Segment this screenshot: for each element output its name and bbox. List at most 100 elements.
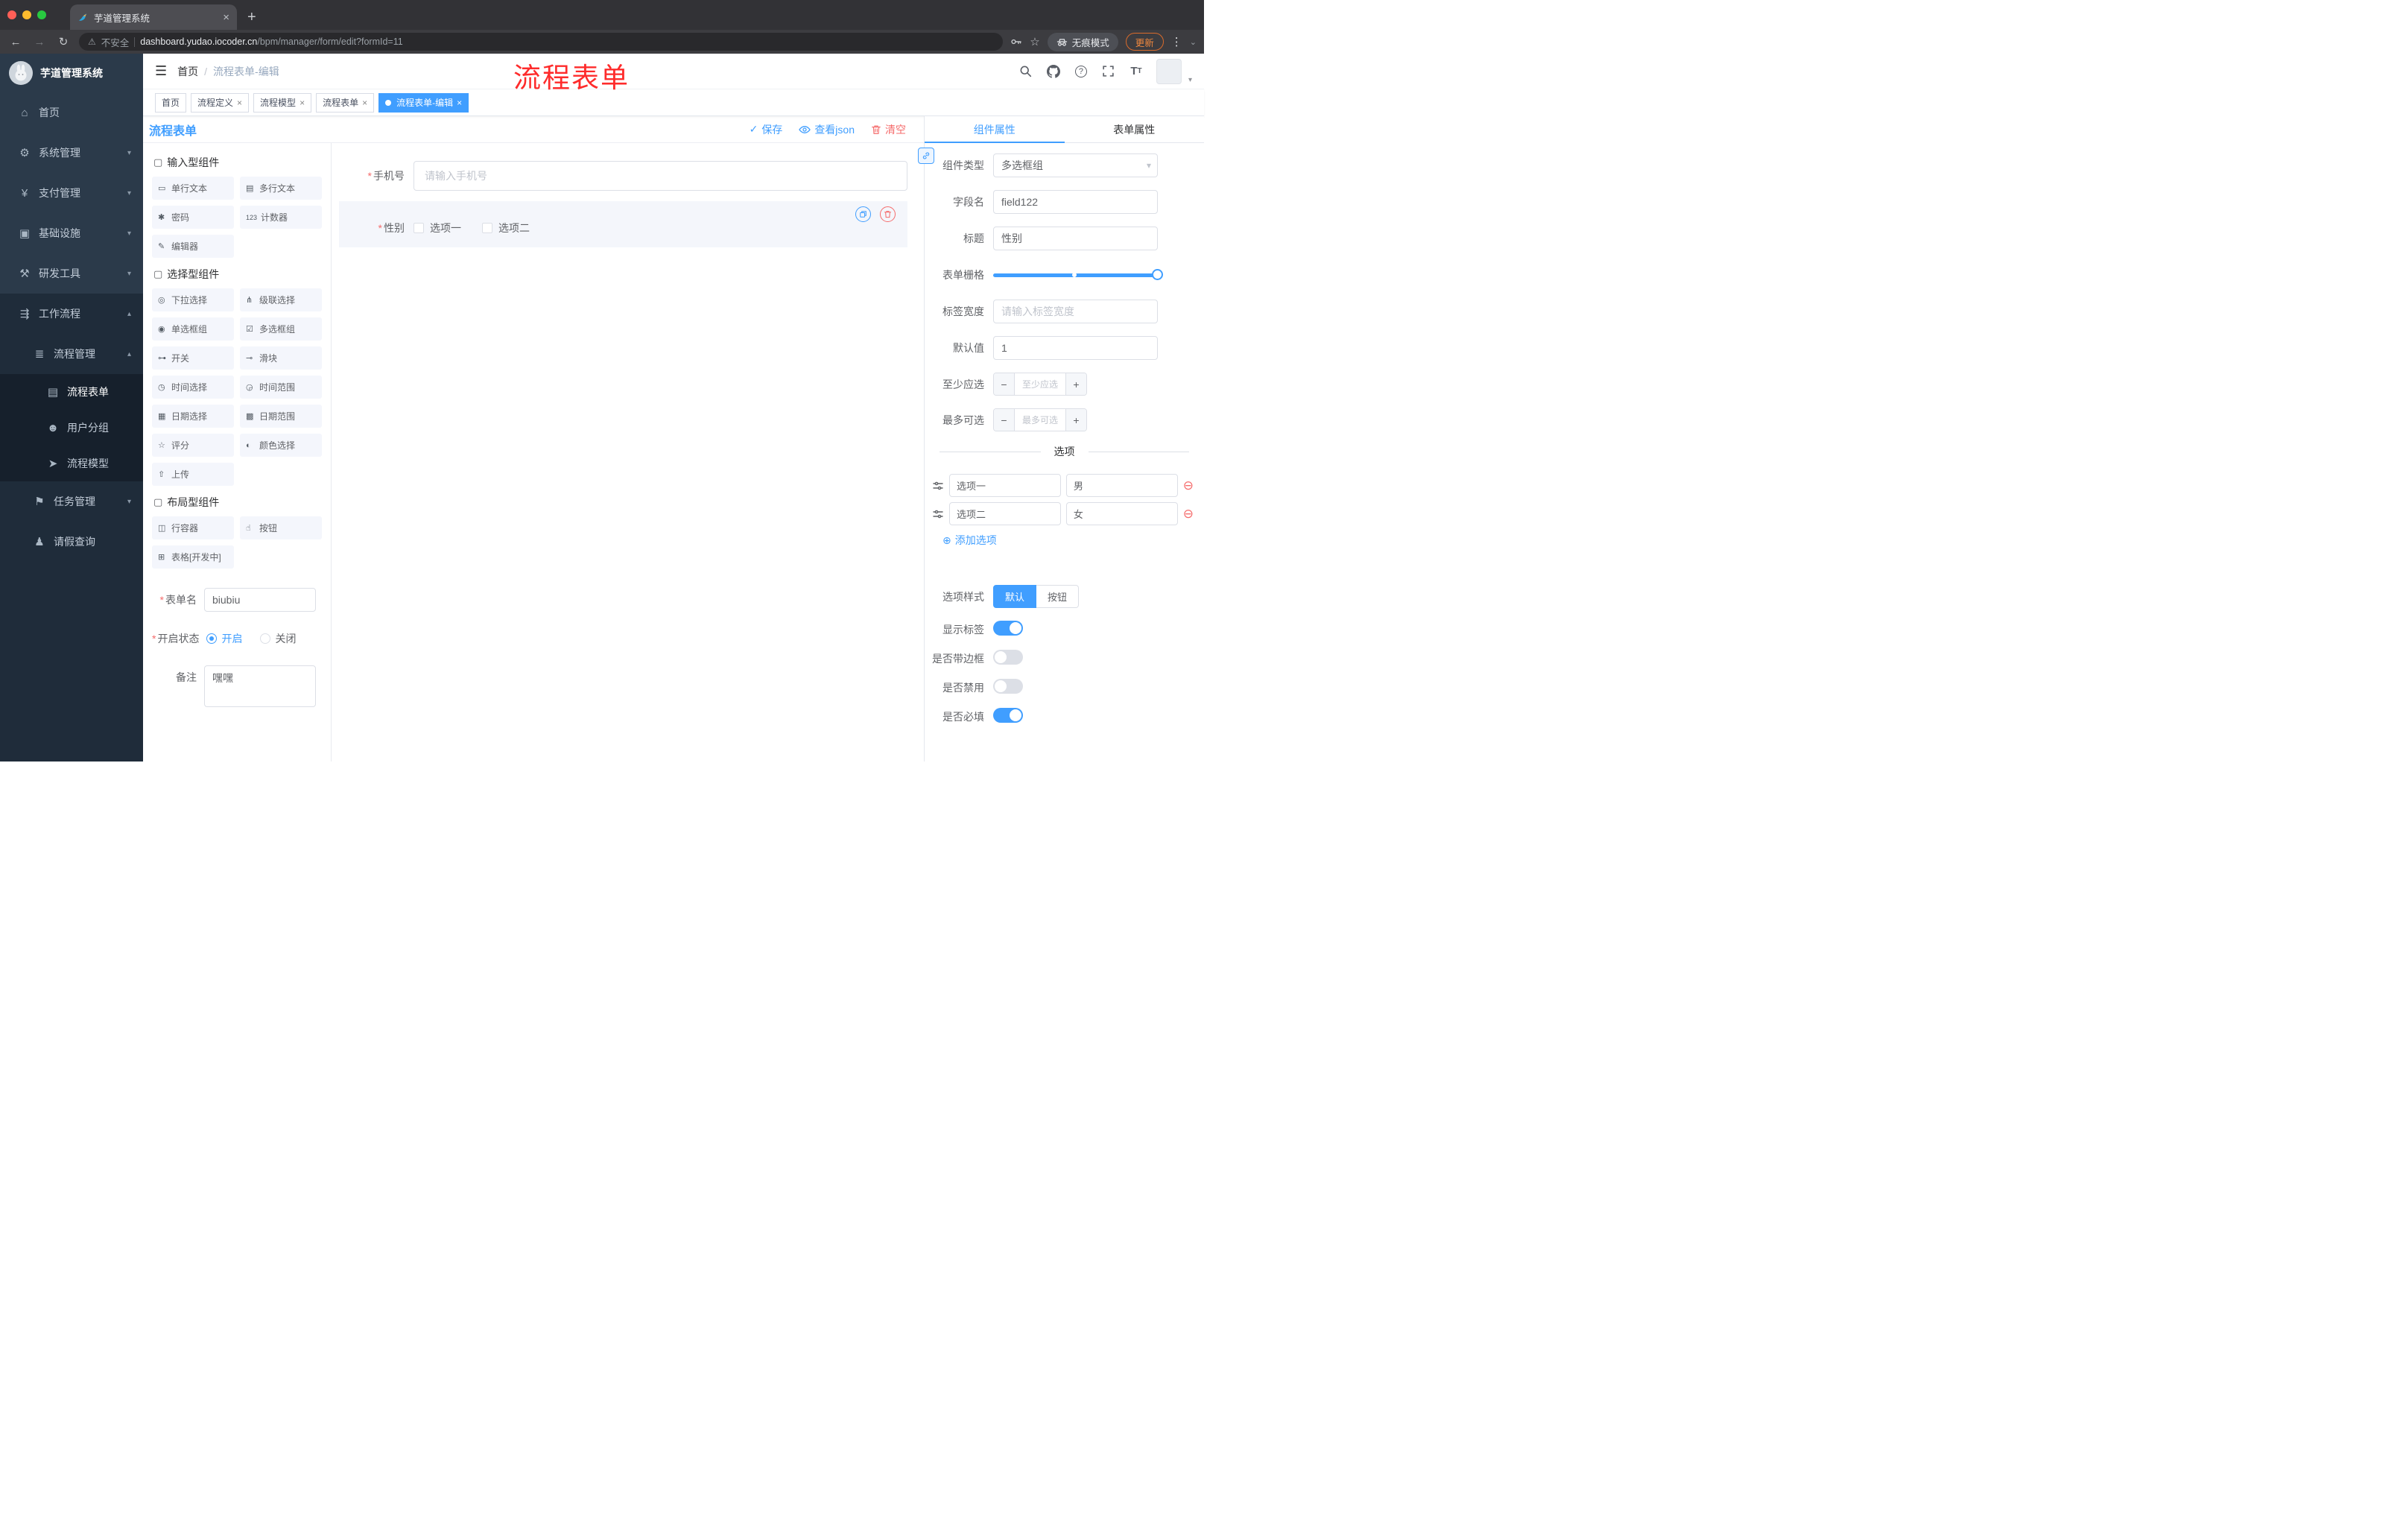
- option-name-input[interactable]: [949, 474, 1061, 497]
- tag-close-icon[interactable]: ×: [362, 98, 367, 108]
- view-json-button[interactable]: 查看json: [799, 122, 855, 137]
- required-switch[interactable]: [993, 708, 1023, 723]
- save-button[interactable]: ✓ 保存: [750, 122, 783, 137]
- max-input[interactable]: [1015, 409, 1065, 431]
- palette-item-time-picker[interactable]: ◷ 时间选择: [152, 376, 234, 399]
- copy-widget-icon[interactable]: [855, 206, 871, 222]
- sidebar-item-process-model[interactable]: ➤ 流程模型: [0, 446, 143, 481]
- clear-button[interactable]: 清空: [871, 122, 906, 137]
- gender-widget-selected[interactable]: * 性别 选项一 选项二: [339, 201, 907, 247]
- form-name-input[interactable]: [204, 588, 316, 612]
- field-name-input[interactable]: [993, 190, 1158, 214]
- border-switch[interactable]: [993, 650, 1023, 665]
- show-label-switch[interactable]: [993, 621, 1023, 636]
- style-default-button[interactable]: 默认: [993, 585, 1037, 608]
- palette-item-cascader[interactable]: ⋔ 级联选择: [240, 288, 322, 311]
- delete-widget-icon[interactable]: [880, 206, 896, 222]
- drag-handle-icon[interactable]: [932, 480, 944, 492]
- browser-tab[interactable]: 芋道管理系统 ×: [70, 4, 237, 30]
- min-input[interactable]: [1015, 373, 1065, 395]
- status-on-radio[interactable]: 开启: [206, 631, 242, 646]
- minus-button[interactable]: −: [994, 409, 1015, 431]
- palette-item-password[interactable]: ✱ 密码: [152, 206, 234, 229]
- palette-item-select[interactable]: ◎ 下拉选择: [152, 288, 234, 311]
- option-value-input[interactable]: [1065, 502, 1178, 525]
- tag-process-model[interactable]: 流程模型 ×: [253, 92, 312, 113]
- font-size-icon[interactable]: TT: [1129, 64, 1144, 79]
- tag-process-definition[interactable]: 流程定义 ×: [191, 92, 250, 113]
- label-width-input[interactable]: [993, 300, 1158, 323]
- browser-menu-icon[interactable]: ⋮: [1171, 35, 1182, 48]
- tag-process-form[interactable]: 流程表单 ×: [316, 92, 375, 113]
- app-logo[interactable]: 芋道管理系统: [0, 54, 143, 92]
- palette-item-rate[interactable]: ☆ 评分: [152, 434, 234, 457]
- phone-input[interactable]: [414, 161, 907, 191]
- remove-option-icon[interactable]: ⊖: [1183, 479, 1194, 492]
- password-key-icon[interactable]: [1010, 36, 1022, 48]
- back-button[interactable]: ←: [7, 36, 24, 48]
- palette-item-time-range[interactable]: ◶ 时间范围: [240, 376, 322, 399]
- palette-item-editor[interactable]: ✎ 编辑器: [152, 235, 234, 258]
- tag-close-icon[interactable]: ×: [300, 98, 305, 108]
- window-minimize-button[interactable]: [22, 10, 31, 19]
- bookmark-star-icon[interactable]: ☆: [1030, 35, 1039, 48]
- option-value-input[interactable]: [1065, 474, 1178, 497]
- sidebar-item-leave-query[interactable]: ♟ 请假查询: [0, 522, 143, 562]
- title-input[interactable]: [993, 227, 1158, 250]
- option-name-input[interactable]: [949, 502, 1061, 525]
- window-zoom-button[interactable]: [37, 10, 46, 19]
- link-icon[interactable]: [918, 148, 934, 164]
- window-close-button[interactable]: [7, 10, 16, 19]
- disabled-switch[interactable]: [993, 679, 1023, 694]
- address-bar[interactable]: ⚠ 不安全 dashboard.yudao.iocoder.cn/bpm/man…: [79, 33, 1004, 51]
- palette-item-upload[interactable]: ⇧ 上传: [152, 463, 234, 486]
- hamburger-icon[interactable]: ☰: [155, 63, 167, 79]
- breadcrumb-home[interactable]: 首页: [177, 64, 198, 79]
- palette-item-text-field[interactable]: ▭ 单行文本: [152, 177, 234, 200]
- sidebar-item-user-group[interactable]: ☻ 用户分组: [0, 410, 143, 446]
- help-icon[interactable]: ?: [1074, 64, 1089, 79]
- grid-slider[interactable]: [993, 263, 1163, 287]
- style-button-button[interactable]: 按钮: [1036, 585, 1080, 608]
- drag-handle-icon[interactable]: [932, 508, 944, 520]
- tag-process-form-edit[interactable]: 流程表单-编辑 ×: [378, 92, 469, 113]
- slider-handle[interactable]: [1152, 268, 1163, 280]
- sidebar-item-devtools[interactable]: ⚒ 研发工具 ▾: [0, 253, 143, 294]
- palette-item-counter[interactable]: 123 计数器: [240, 206, 322, 229]
- github-icon[interactable]: [1046, 64, 1061, 79]
- tab-close-icon[interactable]: ×: [223, 11, 229, 24]
- minus-button[interactable]: −: [994, 373, 1015, 395]
- user-avatar[interactable]: [1156, 58, 1182, 84]
- palette-item-switch[interactable]: ⊶ 开关: [152, 346, 234, 370]
- add-option-button[interactable]: ⊕ 添加选项: [942, 533, 1204, 548]
- palette-item-checkbox-group[interactable]: ☑ 多选框组: [240, 317, 322, 341]
- form-remark-textarea[interactable]: 嘿嘿: [204, 665, 316, 707]
- palette-item-color-picker[interactable]: ◐ 颜色选择: [240, 434, 322, 457]
- sidebar-item-infra[interactable]: ▣ 基础设施 ▾: [0, 213, 143, 253]
- tag-close-icon[interactable]: ×: [457, 98, 462, 108]
- sidebar-item-task-mgmt[interactable]: ⚑ 任务管理 ▾: [0, 481, 143, 522]
- fullscreen-icon[interactable]: [1101, 64, 1116, 79]
- status-off-radio[interactable]: 关闭: [260, 631, 296, 646]
- plus-button[interactable]: +: [1065, 409, 1086, 431]
- search-icon[interactable]: [1018, 64, 1033, 79]
- update-button[interactable]: 更新: [1125, 33, 1164, 51]
- sidebar-item-workflow[interactable]: ⇶ 工作流程 ▴: [0, 294, 143, 334]
- toolbar-chevron-icon[interactable]: ⌄: [1190, 37, 1197, 47]
- remove-option-icon[interactable]: ⊖: [1183, 507, 1194, 520]
- palette-item-date-range[interactable]: ▩ 日期范围: [240, 405, 322, 428]
- sidebar-item-process-mgmt[interactable]: ≣ 流程管理 ▴: [0, 334, 143, 374]
- plus-button[interactable]: +: [1065, 373, 1086, 395]
- new-tab-button[interactable]: +: [247, 9, 256, 26]
- palette-item-button[interactable]: ☝ 按钮: [240, 516, 322, 539]
- palette-item-table[interactable]: ⊞ 表格[开发中]: [152, 545, 234, 569]
- sidebar-item-process-form[interactable]: ▤ 流程表单: [0, 374, 143, 410]
- tab-form-props[interactable]: 表单属性: [1065, 116, 1205, 142]
- sidebar-item-home[interactable]: ⌂ 首页: [0, 92, 143, 133]
- forward-button[interactable]: →: [31, 36, 48, 48]
- palette-item-date-picker[interactable]: ▦ 日期选择: [152, 405, 234, 428]
- sidebar-item-payment[interactable]: ¥ 支付管理 ▾: [0, 173, 143, 213]
- palette-item-row-container[interactable]: ◫ 行容器: [152, 516, 234, 539]
- palette-item-radio-group[interactable]: ◉ 单选框组: [152, 317, 234, 341]
- palette-item-textarea[interactable]: ▤ 多行文本: [240, 177, 322, 200]
